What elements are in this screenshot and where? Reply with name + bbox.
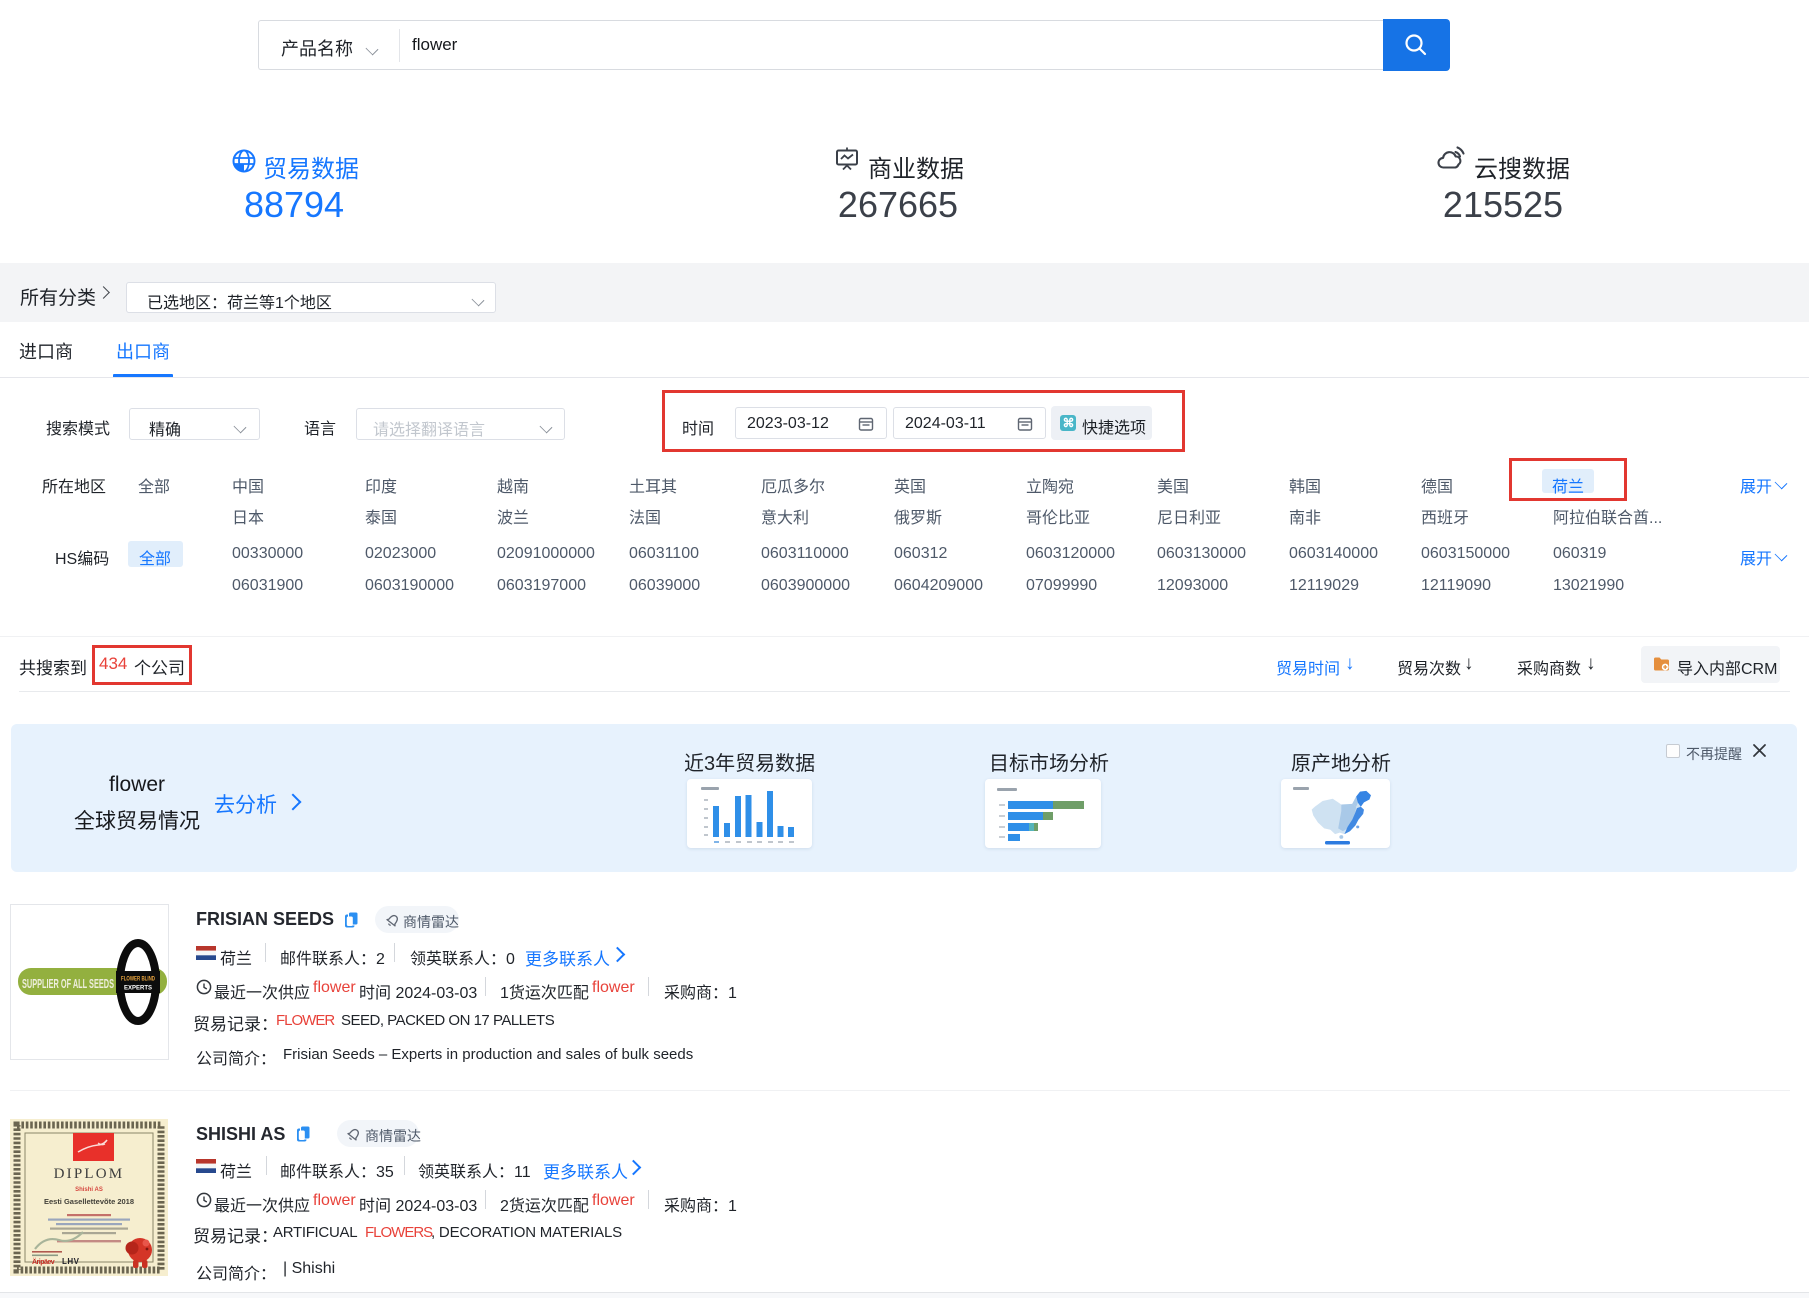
svg-text:Eesti Gasellettevõte 2018: Eesti Gasellettevõte 2018 <box>44 1197 134 1206</box>
svg-text:SUPPLIER OF ALL SEEDS: SUPPLIER OF ALL SEEDS <box>22 976 114 991</box>
svg-text:LHV: LHV <box>62 1257 80 1266</box>
svg-text:Shishi AS: Shishi AS <box>75 1187 103 1193</box>
svg-text:DIPLOM: DIPLOM <box>54 1166 125 1182</box>
svg-text:FLOWER BLIND: FLOWER BLIND <box>121 977 155 983</box>
svg-text:EXPERTS: EXPERTS <box>124 986 152 992</box>
svg-text:Äripäev: Äripäev <box>32 1258 55 1266</box>
